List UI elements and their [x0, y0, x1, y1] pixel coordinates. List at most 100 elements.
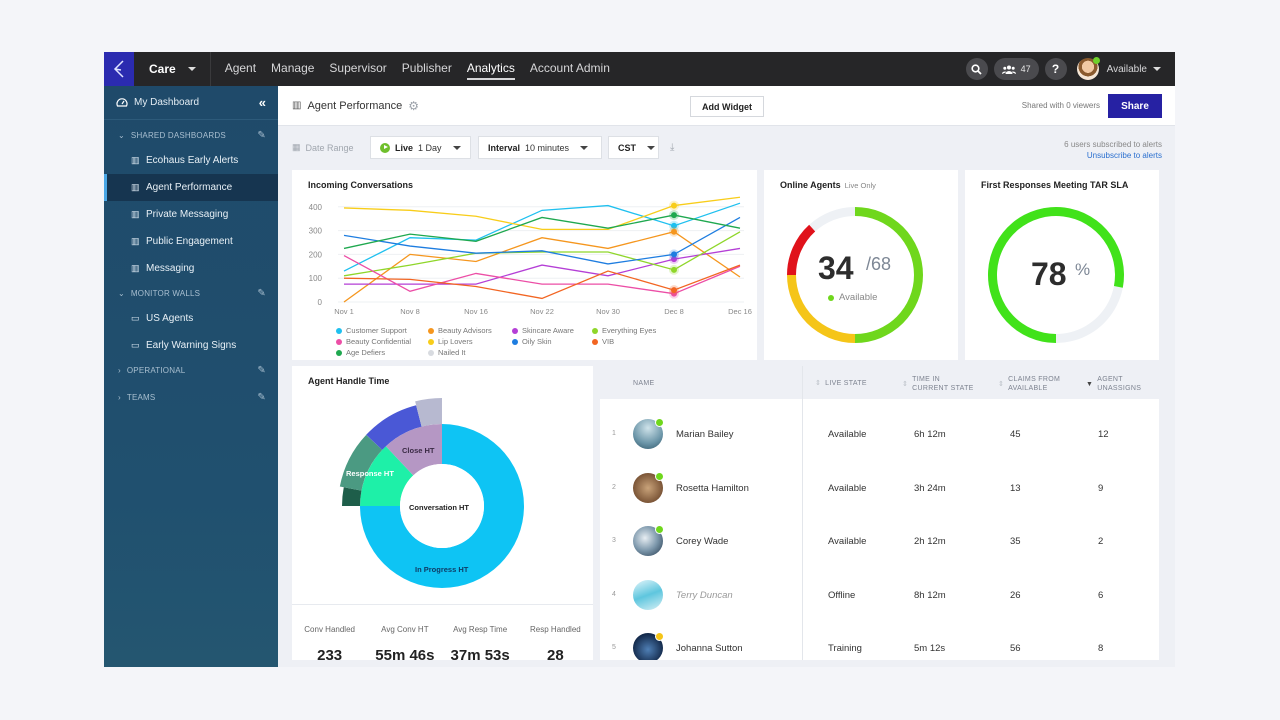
dashboard-gauge-icon: [116, 98, 128, 107]
legend-item[interactable]: Customer Support: [336, 326, 428, 335]
legend-item[interactable]: Lip Lovers: [428, 337, 512, 346]
chevron-down-icon: [1153, 67, 1161, 71]
available-label-text: Available: [839, 292, 878, 303]
column-agent-unassigns[interactable]: ▼ AGENT UNASSIGNS: [1086, 375, 1152, 393]
section-shared-dashboards[interactable]: ⌄ SHARED DASHBOARDS ✎: [104, 124, 278, 147]
time-in-state: 3h 24m: [914, 482, 946, 494]
interval-dropdown[interactable]: Interval 10 minutes: [478, 136, 602, 159]
agent-name[interactable]: Johanna Sutton: [676, 643, 743, 654]
bar-chart-icon: ▥: [292, 100, 302, 111]
live-range-dropdown[interactable]: Live 1 Day: [370, 136, 471, 159]
table-row[interactable]: 5 Johanna Sutton Training 5m 12s 56 8: [600, 621, 1159, 660]
donut-segment-busy: [787, 224, 816, 275]
nav-supervisor[interactable]: Supervisor: [329, 58, 386, 80]
nav-account-admin[interactable]: Account Admin: [530, 58, 610, 80]
sidebar-item-label: Early Warning Signs: [146, 340, 237, 351]
sidebar-item-agent-performance[interactable]: ▥ Agent Performance: [104, 174, 278, 201]
unsubscribe-link[interactable]: Unsubscribe to alerts: [1064, 150, 1162, 161]
chevron-down-icon: [647, 145, 655, 150]
section-teams[interactable]: › TEAMS ✎: [104, 386, 278, 409]
legend-item[interactable]: Beauty Confidential: [336, 337, 428, 346]
legend-item[interactable]: Nailed It: [428, 348, 512, 357]
interval-label: Interval: [488, 142, 521, 153]
time-in-state: 6h 12m: [914, 429, 946, 440]
alerts-info: 6 users subscribed to alerts Unsubscribe…: [1064, 139, 1162, 161]
chevron-down-icon: [580, 145, 589, 150]
legend-swatch: [428, 327, 434, 334]
stat-avg-resp-time: Avg Resp Time 37m 53s: [443, 605, 518, 664]
y-tick-label: 100: [309, 274, 323, 283]
sunburst-outer-segment: [342, 487, 362, 506]
series-line: [343, 196, 741, 231]
sidebar-item-us-agents[interactable]: ▭ US Agents: [104, 305, 278, 332]
timezone-dropdown[interactable]: CST: [608, 136, 659, 159]
play-icon: [380, 142, 390, 153]
column-time-in-state[interactable]: ⇕ TIME IN CURRENT STATE: [902, 375, 974, 393]
share-button[interactable]: Share: [1108, 94, 1162, 118]
agent-unassigns: 12: [1098, 429, 1109, 440]
column-live-state[interactable]: ⇕ LIVE STATE: [815, 379, 875, 388]
agent-name[interactable]: Rosetta Hamilton: [676, 483, 749, 494]
app-name: Care: [149, 62, 176, 76]
legend-item[interactable]: Oily Skin: [512, 337, 592, 346]
alerts-count-text: 6 users subscribed to alerts: [1064, 140, 1162, 149]
sort-icon: ⇕: [998, 380, 1005, 388]
section-monitor-walls[interactable]: ⌄ MONITOR WALLS ✎: [104, 282, 278, 305]
section-label: SHARED DASHBOARDS: [130, 131, 226, 140]
date-range-button[interactable]: ▦ Date Range: [292, 142, 354, 153]
add-widget-button[interactable]: Add Widget: [690, 96, 764, 117]
section-operational[interactable]: › OPERATIONAL ✎: [104, 359, 278, 382]
table-row[interactable]: 2 Rosetta Hamilton Available 3h 24m 13 9: [600, 461, 1159, 514]
nav-agent[interactable]: Agent: [225, 58, 256, 80]
live-value: 1 Day: [418, 142, 442, 153]
nav-publisher[interactable]: Publisher: [402, 58, 452, 80]
table-row[interactable]: 4 Terry Duncan Offline 8h 12m 26 6: [600, 568, 1159, 621]
agent-name[interactable]: Corey Wade: [676, 536, 728, 547]
status-dropdown[interactable]: Available: [1107, 64, 1161, 75]
legend-item[interactable]: Skincare Aware: [512, 326, 592, 335]
my-dashboard-link[interactable]: My Dashboard «: [104, 86, 278, 120]
team-count: 47: [1020, 64, 1031, 74]
agent-unassigns: 8: [1098, 643, 1104, 654]
live-state: Available: [828, 482, 867, 494]
column-name[interactable]: NAME: [633, 379, 654, 388]
live-state: Offline: [828, 589, 856, 601]
date-range-label: Date Range: [305, 142, 354, 153]
legend-item[interactable]: VIB: [592, 337, 682, 346]
column-claims-from-available[interactable]: ⇕ CLAIMS FROM AVAILABLE: [998, 375, 1068, 393]
sidebar-item-private-messaging[interactable]: ▥ Private Messaging: [104, 201, 278, 228]
legend-swatch: [512, 338, 518, 345]
gear-icon[interactable]: ⚙: [408, 99, 419, 113]
help-button[interactable]: ?: [1044, 58, 1067, 80]
search-button[interactable]: [965, 58, 988, 80]
edit-pencil-icon[interactable]: ✎: [257, 392, 266, 403]
user-avatar[interactable]: [1076, 57, 1100, 80]
nav-analytics[interactable]: Analytics: [466, 58, 515, 80]
sidebar-item-ecohaus-early-alerts[interactable]: ▥ Ecohaus Early Alerts: [104, 147, 278, 174]
team-button[interactable]: 47: [993, 58, 1039, 80]
app-switcher[interactable]: Care: [134, 52, 211, 86]
chevron-down-icon: ⌄: [118, 131, 125, 140]
logo[interactable]: [104, 52, 134, 86]
agent-name[interactable]: Terry Duncan: [676, 590, 733, 601]
legend-item[interactable]: Everything Eyes: [592, 326, 682, 335]
bar-chart-icon: ▥: [131, 209, 140, 219]
sidebar-item-early-warning-signs[interactable]: ▭ Early Warning Signs: [104, 332, 278, 359]
table-row[interactable]: 1 Marian Bailey Available 6h 12m 45 12: [600, 407, 1159, 460]
edit-pencil-icon[interactable]: ✎: [257, 288, 266, 299]
download-icon[interactable]: ⤓: [670, 142, 674, 153]
legend-item[interactable]: Age Defiers: [336, 348, 428, 357]
collapse-sidebar-icon[interactable]: «: [259, 95, 266, 110]
widget-title: Incoming Conversations: [308, 180, 414, 190]
nav-manage[interactable]: Manage: [271, 58, 314, 80]
sidebar-item-label: Agent Performance: [146, 182, 233, 193]
table-row[interactable]: 3 Corey Wade Available 2h 12m 35 2: [600, 514, 1159, 567]
sidebar-item-public-engagement[interactable]: ▥ Public Engagement: [104, 228, 278, 255]
edit-pencil-icon[interactable]: ✎: [257, 365, 266, 376]
sla-percent-value: 78: [1031, 256, 1067, 292]
sidebar-item-messaging[interactable]: ▥ Messaging: [104, 255, 278, 282]
agent-name[interactable]: Marian Bailey: [676, 429, 734, 440]
legend-item[interactable]: Beauty Advisors: [428, 326, 512, 335]
monitor-icon: ▭: [131, 313, 140, 323]
edit-pencil-icon[interactable]: ✎: [257, 130, 266, 141]
